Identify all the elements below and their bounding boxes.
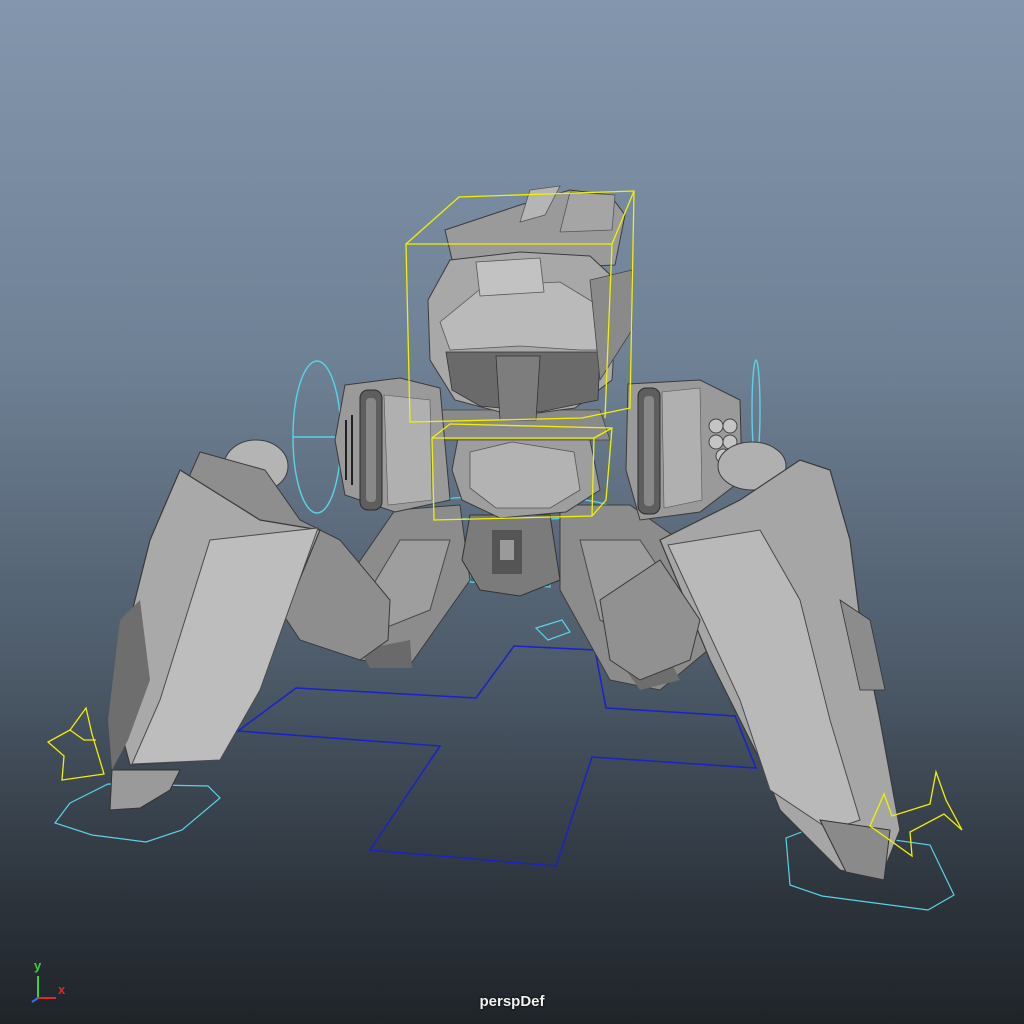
robot-pelvis[interactable] bbox=[461, 514, 561, 597]
scene-canvas[interactable] bbox=[0, 0, 1024, 1024]
camera-name-label: perspDef bbox=[479, 993, 545, 1010]
foot-ik-left[interactable] bbox=[46, 706, 105, 781]
axis-y-label: y bbox=[34, 958, 42, 973]
3d-viewport[interactable]: y x perspDef bbox=[0, 0, 1024, 1024]
robot-head[interactable] bbox=[427, 185, 633, 421]
shoulder-pod-right[interactable] bbox=[625, 379, 743, 521]
shoulder-control-left[interactable] bbox=[292, 360, 342, 514]
